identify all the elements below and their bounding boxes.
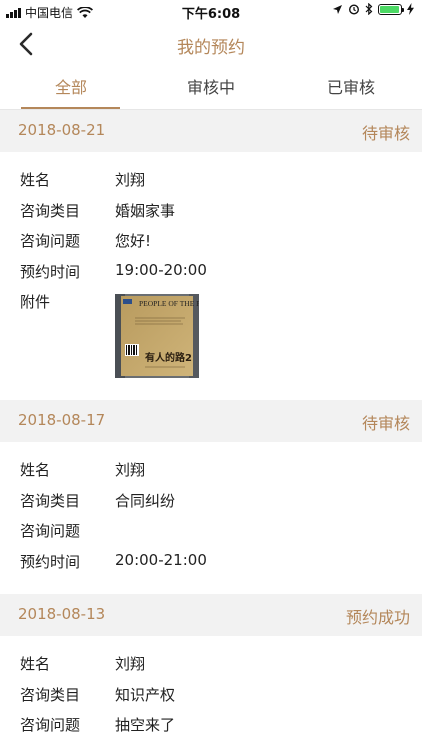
appointment-date: 2018-08-17	[18, 411, 106, 429]
field-label: 咨询问题	[20, 716, 81, 734]
field-row-category: 咨询类目 知识产权	[0, 679, 422, 710]
field-label: 附件	[20, 293, 51, 311]
battery-icon	[378, 3, 404, 15]
card-header: 2018-08-21 待审核	[0, 110, 422, 152]
field-value: 抽空来了	[115, 716, 176, 734]
field-label: 姓名	[20, 461, 51, 479]
tab-all[interactable]: 全部	[21, 66, 121, 110]
field-label: 咨询问题	[20, 522, 81, 540]
field-row-name: 姓名 刘翔	[0, 164, 422, 195]
attachment-thumbnail[interactable]: PEOPLE OF THE PLAIN 有人的路2	[115, 294, 199, 378]
status-badge: 待审核	[361, 414, 410, 433]
field-value: 刘翔	[115, 171, 146, 189]
card-body: 姓名 刘翔 咨询类目 合同纠纷 咨询问题 预约时间 20:00-21:00	[0, 442, 422, 594]
cover-text: 有人的路2	[145, 351, 192, 364]
appointment-card[interactable]: 2018-08-21 待审核 姓名 刘翔 咨询类目 婚姻家事 咨询问题 您好! …	[0, 110, 422, 400]
appointment-date: 2018-08-21	[18, 121, 106, 139]
field-row-time: 预约时间 20:00-21:00	[0, 546, 422, 577]
field-row-question: 咨询问题 您好!	[0, 225, 422, 256]
appointment-date: 2018-08-13	[18, 605, 106, 623]
tab-reviewing[interactable]: 审核中	[161, 66, 261, 110]
field-value: 您好!	[115, 232, 152, 250]
field-label: 姓名	[20, 655, 51, 673]
field-row-attachment: 附件 PEOPLE OF THE P 有人的路2	[0, 286, 422, 392]
location-icon	[333, 4, 342, 14]
field-row-time: 预约时间 19:00-20:00	[0, 256, 422, 287]
field-row-name: 姓名 刘翔	[0, 648, 422, 679]
field-row-question: 咨询问题	[0, 515, 422, 546]
status-badge: 待审核	[361, 124, 410, 143]
bluetooth-icon	[365, 3, 373, 15]
cover-title: PEOPLE OF THE PLAIN	[139, 299, 199, 308]
tab-reviewed[interactable]: 已审核	[301, 66, 401, 110]
tab-active-indicator	[21, 107, 120, 109]
field-label: 咨询类目	[20, 491, 81, 510]
field-value: 19:00-20:00	[115, 260, 207, 279]
field-row-category: 咨询类目 婚姻家事	[0, 195, 422, 226]
appointment-card[interactable]: 2018-08-17 待审核 姓名 刘翔 咨询类目 合同纠纷 咨询问题 预约时间…	[0, 400, 422, 594]
status-bar: 中国电信 下午6:08	[0, 0, 422, 22]
card-body: 姓名 刘翔 咨询类目 婚姻家事 咨询问题 您好! 预约时间 19:00-20:0…	[0, 152, 422, 400]
charging-icon	[407, 3, 414, 15]
field-value: 知识产权	[115, 685, 176, 704]
status-badge: 预约成功	[345, 608, 410, 627]
field-label: 咨询类目	[20, 201, 81, 220]
nav-bar: 我的预约	[0, 22, 422, 66]
field-row-name: 姓名 刘翔	[0, 454, 422, 485]
status-right	[332, 3, 414, 15]
field-value: 婚姻家事	[115, 201, 176, 220]
field-label: 咨询问题	[20, 232, 81, 250]
card-body: 姓名 刘翔 咨询类目 知识产权 咨询问题 抽空来了	[0, 636, 422, 748]
field-row-category: 咨询类目 合同纠纷	[0, 485, 422, 516]
field-row-question: 咨询问题 抽空来了	[0, 709, 422, 740]
field-label: 姓名	[20, 171, 51, 189]
field-value: 合同纠纷	[115, 491, 176, 510]
card-header: 2018-08-17 待审核	[0, 400, 422, 442]
field-label: 咨询类目	[20, 685, 81, 704]
field-value: 刘翔	[115, 655, 146, 673]
field-label: 预约时间	[20, 262, 81, 281]
appointment-list: 2018-08-21 待审核 姓名 刘翔 咨询类目 婚姻家事 咨询问题 您好! …	[0, 110, 422, 748]
field-value: 20:00-21:00	[115, 550, 207, 569]
page-title: 我的预约	[177, 38, 245, 58]
card-header: 2018-08-13 预约成功	[0, 594, 422, 636]
book-cover-image: PEOPLE OF THE PLAIN 有人的路2	[115, 294, 199, 378]
alarm-icon	[348, 4, 360, 15]
tab-bar: 全部 审核中 已审核	[0, 66, 422, 110]
field-label: 预约时间	[20, 552, 81, 571]
field-value: 刘翔	[115, 461, 146, 479]
appointment-card[interactable]: 2018-08-13 预约成功 姓名 刘翔 咨询类目 知识产权 咨询问题 抽空来…	[0, 594, 422, 748]
